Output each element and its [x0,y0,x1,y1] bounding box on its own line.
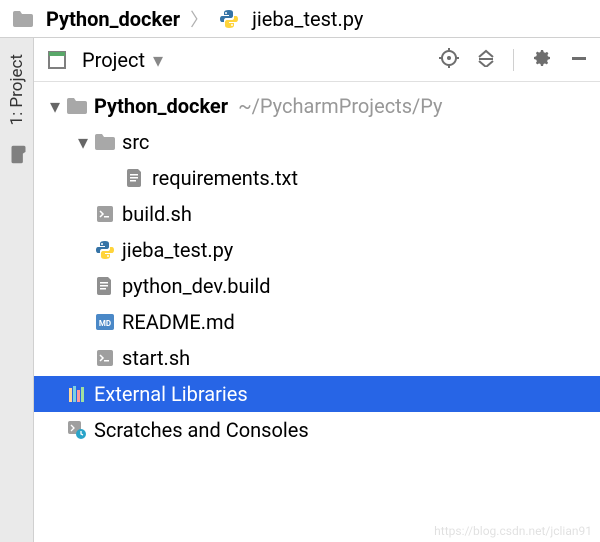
tree-file-python-dev-build[interactable]: python_dev.build [34,268,600,304]
folder-icon [7,146,26,164]
tree-item-label: jieba_test.py [122,238,233,262]
text-file-icon [94,277,116,295]
tree-item-label: src [122,130,149,154]
locate-icon[interactable] [439,48,459,72]
separator [513,49,514,71]
tree-root-path: ~/PycharmProjects/Py [238,94,442,118]
tree-file-jieba-test[interactable]: jieba_test.py [34,232,600,268]
tree-item-label: start.sh [122,346,190,370]
panel-title-label: Project [82,48,145,72]
tree-folder-src[interactable]: ▾ src [34,124,600,160]
shell-file-icon [94,350,116,366]
libraries-icon [66,385,88,403]
project-tree: ▾ Python_docker ~/PycharmProjects/Py ▾ s… [34,82,600,542]
tree-file-build-sh[interactable]: build.sh [34,196,600,232]
project-tool-tab[interactable]: 1: Project [3,46,31,133]
tree-item-label: External Libraries [94,382,248,406]
tree-item-label: python_dev.build [122,274,271,298]
breadcrumb: Python_docker 〉 jieba_test.py [0,0,600,38]
tree-item-label: README.md [122,310,235,334]
panel-header: Project ▾ [34,38,600,82]
folder-icon [94,134,116,150]
folder-icon [66,98,88,114]
watermark: https://blog.csdn.net/jclian91 [434,524,592,538]
tree-file-start-sh[interactable]: start.sh [34,340,600,376]
breadcrumb-project-label: Python_docker [46,7,180,31]
tree-item-label: requirements.txt [152,166,298,190]
text-file-icon [124,169,146,187]
shell-file-icon [94,206,116,222]
chevron-down-icon[interactable]: ▾ [44,94,66,118]
breadcrumb-file-label: jieba_test.py [252,7,363,31]
python-file-icon [218,10,240,28]
chevron-right-icon: 〉 [190,6,208,32]
tree-item-label: build.sh [122,202,192,226]
tree-external-libraries[interactable]: External Libraries [34,376,600,412]
panel-view-selector[interactable]: Project ▾ [46,48,163,72]
folder-icon [12,11,34,27]
tool-window-bar: 1: Project [0,38,34,542]
project-panel: Project ▾ ▾ [34,38,600,542]
tree-scratches[interactable]: Scratches and Consoles [34,412,600,448]
tree-root-label: Python_docker [94,94,228,118]
breadcrumb-project[interactable]: Python_docker [12,7,180,31]
markdown-file-icon: MD [94,314,116,330]
tree-root[interactable]: ▾ Python_docker ~/PycharmProjects/Py [34,88,600,124]
window-icon [46,51,68,69]
tree-item-label: Scratches and Consoles [94,418,309,442]
chevron-down-icon[interactable]: ▾ [72,130,94,154]
gear-icon[interactable] [532,48,552,72]
hide-icon[interactable] [570,49,588,71]
python-file-icon [94,241,116,259]
project-tool-tab-label: 1: Project [7,54,27,125]
breadcrumb-file[interactable]: jieba_test.py [218,7,363,31]
tree-file-readme[interactable]: MD README.md [34,304,600,340]
panel-actions [439,48,588,72]
dropdown-arrow-icon: ▾ [153,48,163,72]
scratches-icon [66,421,88,439]
tree-file-requirements[interactable]: requirements.txt [34,160,600,196]
collapse-all-icon[interactable] [477,49,495,71]
svg-text:MD: MD [99,319,111,328]
